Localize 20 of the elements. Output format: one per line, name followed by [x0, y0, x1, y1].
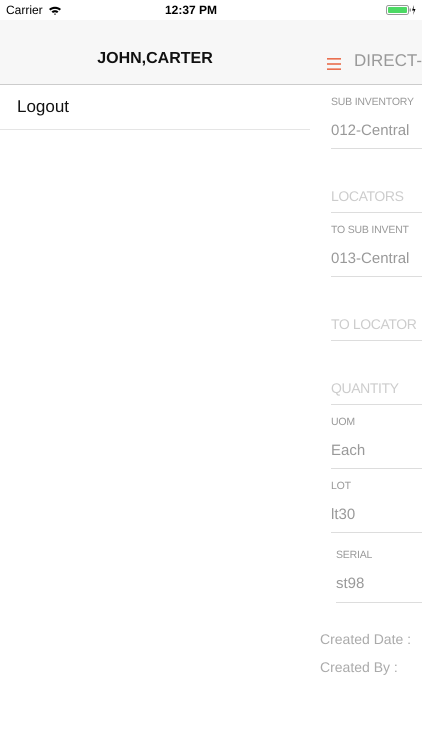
input-field[interactable]: 013-Central	[331, 250, 422, 268]
carrier-label: Carrier	[6, 2, 43, 19]
field-label: LOT	[331, 480, 352, 493]
field-label: UOM	[331, 416, 356, 429]
info-label: Created By :	[320, 659, 399, 675]
field-label: SUB INVENTORY	[331, 96, 415, 109]
screen-title: DIRECT-	[354, 50, 422, 72]
user-name: JOHN,CARTER	[97, 49, 213, 69]
input-field[interactable]: lt30	[331, 506, 422, 524]
info-label: Created Date :	[320, 631, 412, 647]
drawer-item[interactable]: Logout	[0, 85, 310, 130]
field-label: SERIAL	[336, 549, 374, 562]
input-field[interactable]: st98	[336, 575, 422, 593]
wifi-icon	[48, 5, 62, 15]
battery-icon	[386, 4, 416, 16]
input-field[interactable]: 012-Central	[331, 122, 422, 140]
field-label: TO SUB INVENT	[331, 224, 410, 237]
input-field[interactable]: Each	[331, 442, 422, 460]
clock-label: 12:37 PM	[165, 2, 218, 19]
menu-icon[interactable]	[327, 55, 341, 73]
